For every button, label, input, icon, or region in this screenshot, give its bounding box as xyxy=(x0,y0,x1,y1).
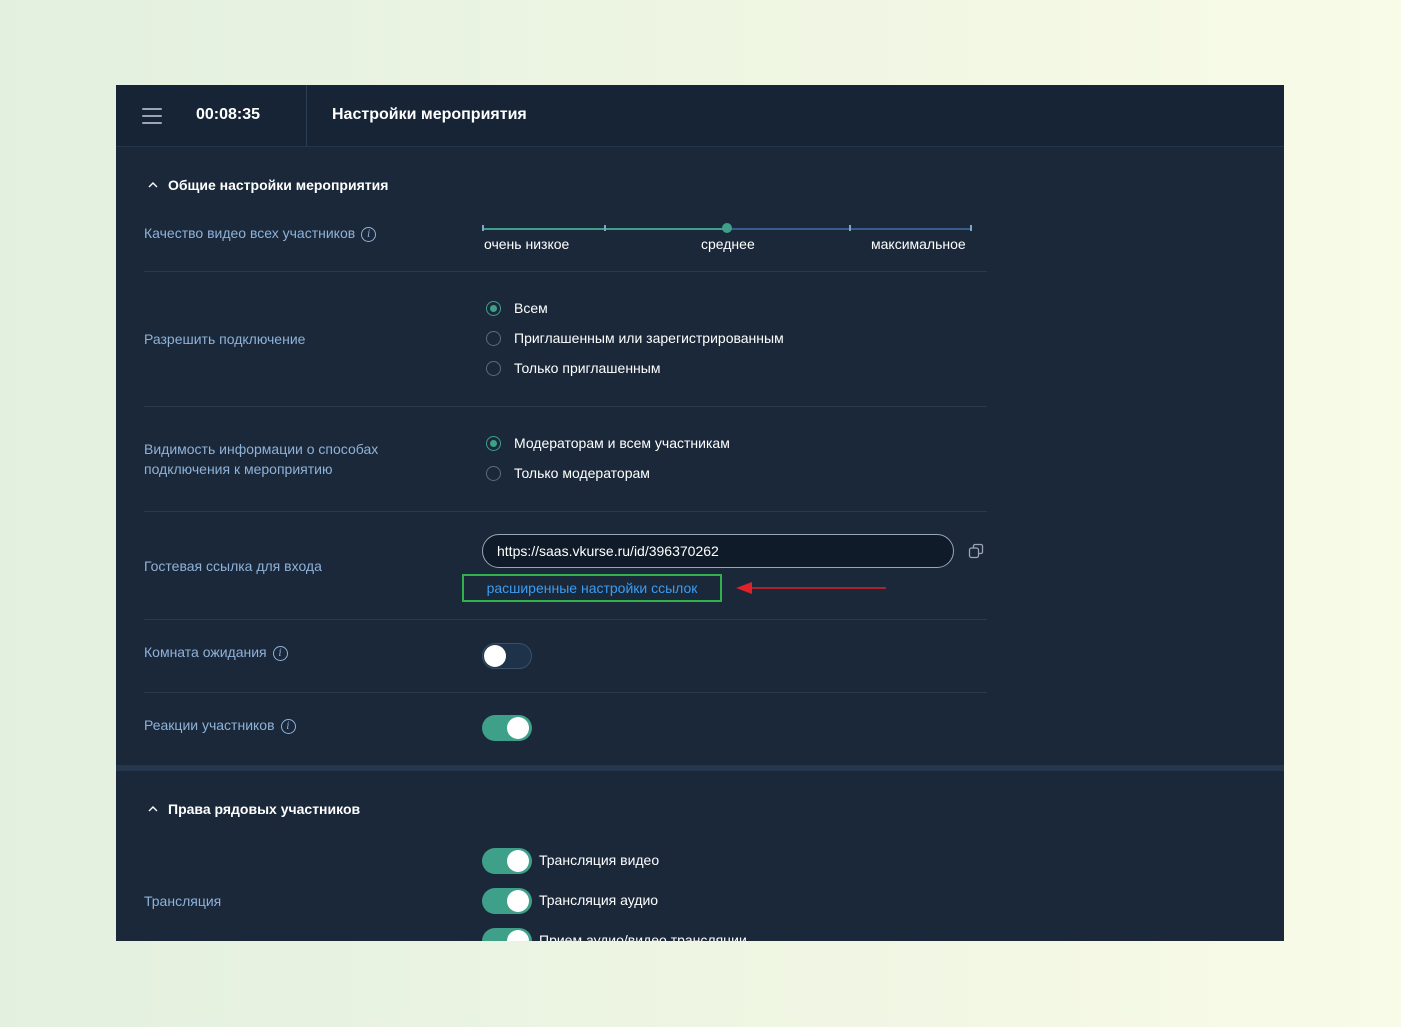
slider-tick xyxy=(604,225,606,231)
video-quality-label: Качество видео всех участников i xyxy=(144,223,377,243)
reactions-label-text: Реакции участников xyxy=(144,717,275,733)
slider-label-low: очень низкое xyxy=(484,236,570,252)
chevron-up-icon xyxy=(148,182,158,188)
radio-allow-invited-only[interactable]: Только приглашенным xyxy=(486,360,660,376)
divider xyxy=(144,511,987,512)
reactions-toggle[interactable] xyxy=(482,715,532,741)
radio-allow-all[interactable]: Всем xyxy=(486,300,548,316)
event-settings-window: 00:08:35 Настройки мероприятия Общие нас… xyxy=(116,85,1284,941)
info-icon[interactable]: i xyxy=(280,718,296,734)
radio-button[interactable] xyxy=(486,435,501,451)
radio-label: Только модераторам xyxy=(514,465,650,481)
waiting-room-toggle[interactable] xyxy=(482,643,532,669)
radio-visibility-moderators[interactable]: Только модераторам xyxy=(486,465,650,481)
radio-button[interactable] xyxy=(486,330,501,346)
divider xyxy=(144,271,987,272)
waiting-room-label: Комната ожидания i xyxy=(144,642,288,662)
slider-knob[interactable] xyxy=(722,223,732,233)
section-separator xyxy=(116,765,1284,771)
info-icon[interactable]: i xyxy=(272,645,288,661)
toggle-knob xyxy=(507,850,529,872)
advanced-link-settings-link[interactable]: расширенные настройки ссылок xyxy=(462,574,722,602)
section-rights-title: Права рядовых участников xyxy=(168,801,361,817)
slider-label-medium: среднее xyxy=(701,236,755,252)
top-bar: 00:08:35 Настройки мероприятия xyxy=(116,85,1284,147)
section-general-header[interactable]: Общие настройки мероприятия xyxy=(146,177,388,193)
hamburger-menu-icon[interactable] xyxy=(142,108,162,124)
radio-visibility-all[interactable]: Модераторам и всем участникам xyxy=(486,435,730,451)
divider xyxy=(144,619,987,620)
video-broadcast-toggle[interactable] xyxy=(482,848,532,874)
toggle-knob xyxy=(507,930,529,941)
divider xyxy=(144,692,987,693)
radio-button[interactable] xyxy=(486,300,501,316)
radio-button[interactable] xyxy=(486,360,501,376)
page-title: Настройки мероприятия xyxy=(332,106,527,123)
toggle-knob xyxy=(507,717,529,739)
receive-broadcast-label: Прием аудио/видео трансляции xyxy=(539,932,747,941)
radio-button[interactable] xyxy=(486,465,501,481)
reactions-label: Реакции участников i xyxy=(144,715,296,735)
annotation-arrow-icon xyxy=(736,582,886,594)
slider-tick xyxy=(849,225,851,231)
toggle-knob xyxy=(507,890,529,912)
slider-tick xyxy=(970,225,972,231)
slider-tick xyxy=(482,225,484,231)
receive-broadcast-toggle[interactable] xyxy=(482,928,532,941)
toggle-knob xyxy=(484,645,506,667)
copy-icon[interactable] xyxy=(968,543,984,559)
video-quality-label-text: Качество видео всех участников xyxy=(144,225,356,241)
audio-broadcast-label: Трансляция аудио xyxy=(539,892,659,908)
guest-link-label: Гостевая ссылка для входа xyxy=(144,558,322,574)
event-timer: 00:08:35 xyxy=(196,106,261,123)
guest-link-field[interactable] xyxy=(482,534,954,568)
radio-allow-invited-or-registered[interactable]: Приглашенным или зарегистрированным xyxy=(486,330,784,346)
divider xyxy=(144,406,987,407)
chevron-up-icon xyxy=(148,806,158,812)
video-broadcast-label: Трансляция видео xyxy=(539,852,660,868)
radio-label: Приглашенным или зарегистрированным xyxy=(514,330,784,346)
waiting-room-label-text: Комната ожидания xyxy=(144,644,267,660)
section-general-title: Общие настройки мероприятия xyxy=(168,177,389,193)
radio-label: Модераторам и всем участникам xyxy=(514,435,730,451)
info-icon[interactable]: i xyxy=(361,226,377,242)
slider-label-max: максимальное xyxy=(871,236,966,252)
topbar-divider xyxy=(306,85,307,146)
broadcast-label: Трансляция xyxy=(144,893,222,909)
radio-label: Только приглашенным xyxy=(514,360,661,376)
audio-broadcast-toggle[interactable] xyxy=(482,888,532,914)
radio-label: Всем xyxy=(514,300,548,316)
visibility-label: Видимость информации о способах подключе… xyxy=(144,441,379,477)
allow-connection-label: Разрешить подключение xyxy=(144,331,306,347)
section-rights-header[interactable]: Права рядовых участников xyxy=(146,801,360,817)
